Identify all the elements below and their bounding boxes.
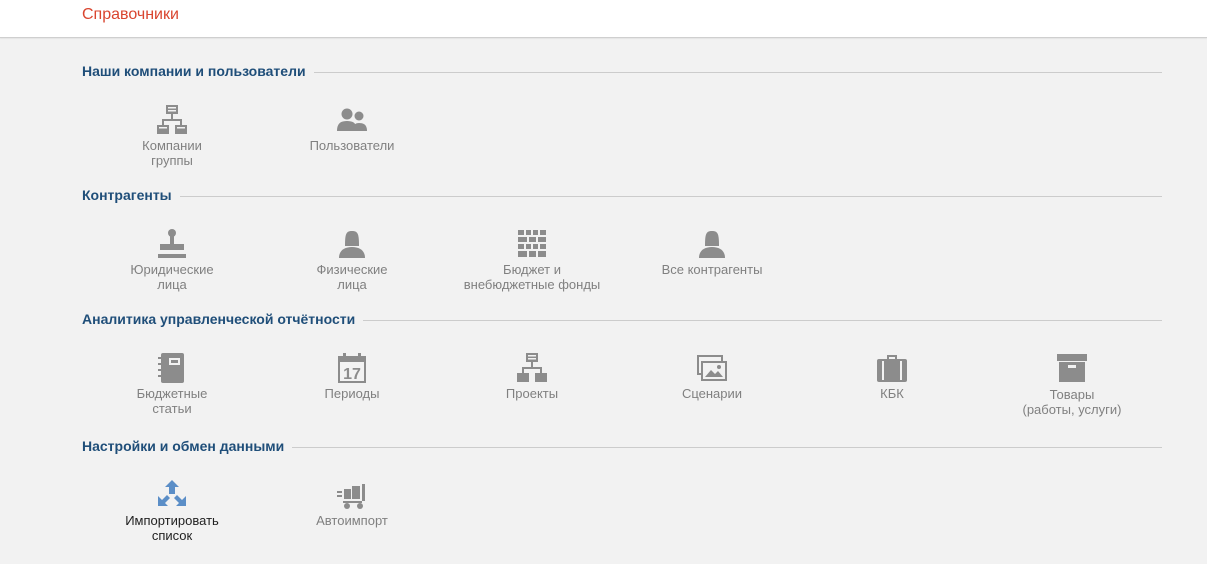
item-label: Импортировать список	[125, 513, 219, 543]
item-label: Все контрагенты	[661, 262, 763, 277]
item-budget-articles[interactable]: Бюджетные статьи	[87, 352, 257, 416]
calendar-icon: 17	[338, 353, 366, 383]
item-label: КБК	[880, 386, 904, 401]
top-bar: Справочники	[0, 0, 1207, 38]
item-autoimport[interactable]: Автоимпорт	[267, 479, 437, 528]
archive-box-icon	[1057, 354, 1087, 382]
section-header-analytics: Аналитика управленческой отчётности	[82, 310, 1162, 328]
section-divider	[313, 71, 1162, 73]
calendar-day: 17	[343, 366, 361, 383]
page-title: Справочники	[82, 6, 179, 23]
section-divider	[363, 319, 1162, 321]
item-users[interactable]: Пользователи	[267, 104, 437, 153]
item-label: Пользователи	[309, 138, 395, 153]
person-female-icon	[339, 231, 365, 258]
item-label: Сценарии	[681, 386, 743, 401]
section-title: Аналитика управленческой отчётности	[82, 311, 356, 327]
item-label: Проекты	[505, 386, 559, 401]
item-budget-funds[interactable]: Бюджет и внебюджетные фонды	[447, 228, 617, 292]
pictures-icon	[697, 355, 727, 381]
item-label: Бюджетные статьи	[136, 386, 208, 416]
section-header-companies: Наши компании и пользователи	[82, 62, 1162, 80]
item-label: Периоды	[324, 386, 380, 401]
project-structure-icon	[517, 353, 547, 382]
delivery-cart-icon	[337, 484, 365, 509]
users-icon	[337, 108, 367, 131]
item-company-groups[interactable]: Компании группы	[87, 104, 257, 168]
item-label: Товары (работы, услуги)	[1022, 387, 1122, 417]
stamp-icon	[158, 229, 186, 258]
import-arrows-icon	[158, 480, 186, 506]
notebook-icon	[158, 353, 184, 383]
section-divider	[292, 446, 1162, 448]
castle-icon	[518, 230, 546, 257]
section-divider	[179, 195, 1162, 197]
item-import-list[interactable]: Импортировать список	[87, 479, 257, 543]
item-individuals[interactable]: Физические лица	[267, 228, 437, 292]
item-periods[interactable]: 17 Периоды	[267, 352, 437, 401]
item-label: Компании группы	[142, 138, 202, 168]
item-label: Физические лица	[316, 262, 388, 292]
section-title: Контрагенты	[82, 187, 172, 203]
item-projects[interactable]: Проекты	[447, 352, 617, 401]
item-all-counterparties[interactable]: Все контрагенты	[627, 228, 797, 277]
item-legal-entities[interactable]: Юридические лица	[87, 228, 257, 292]
section-title: Настройки и обмен данными	[82, 438, 285, 454]
section-header-settings: Настройки и обмен данными	[82, 437, 1162, 455]
item-label: Юридические лица	[130, 262, 214, 292]
section-title: Наши компании и пользователи	[82, 63, 306, 79]
briefcase-icon	[877, 355, 907, 382]
item-kbk[interactable]: КБК	[807, 352, 977, 401]
person-all-icon	[699, 231, 725, 258]
item-goods[interactable]: Товары (работы, услуги)	[987, 352, 1157, 417]
item-label: Автоимпорт	[316, 513, 388, 528]
item-scenarios[interactable]: Сценарии	[627, 352, 797, 401]
item-label: Бюджет и внебюджетные фонды	[463, 262, 601, 292]
section-header-counterparties: Контрагенты	[82, 186, 1162, 204]
org-structure-icon	[157, 105, 187, 134]
